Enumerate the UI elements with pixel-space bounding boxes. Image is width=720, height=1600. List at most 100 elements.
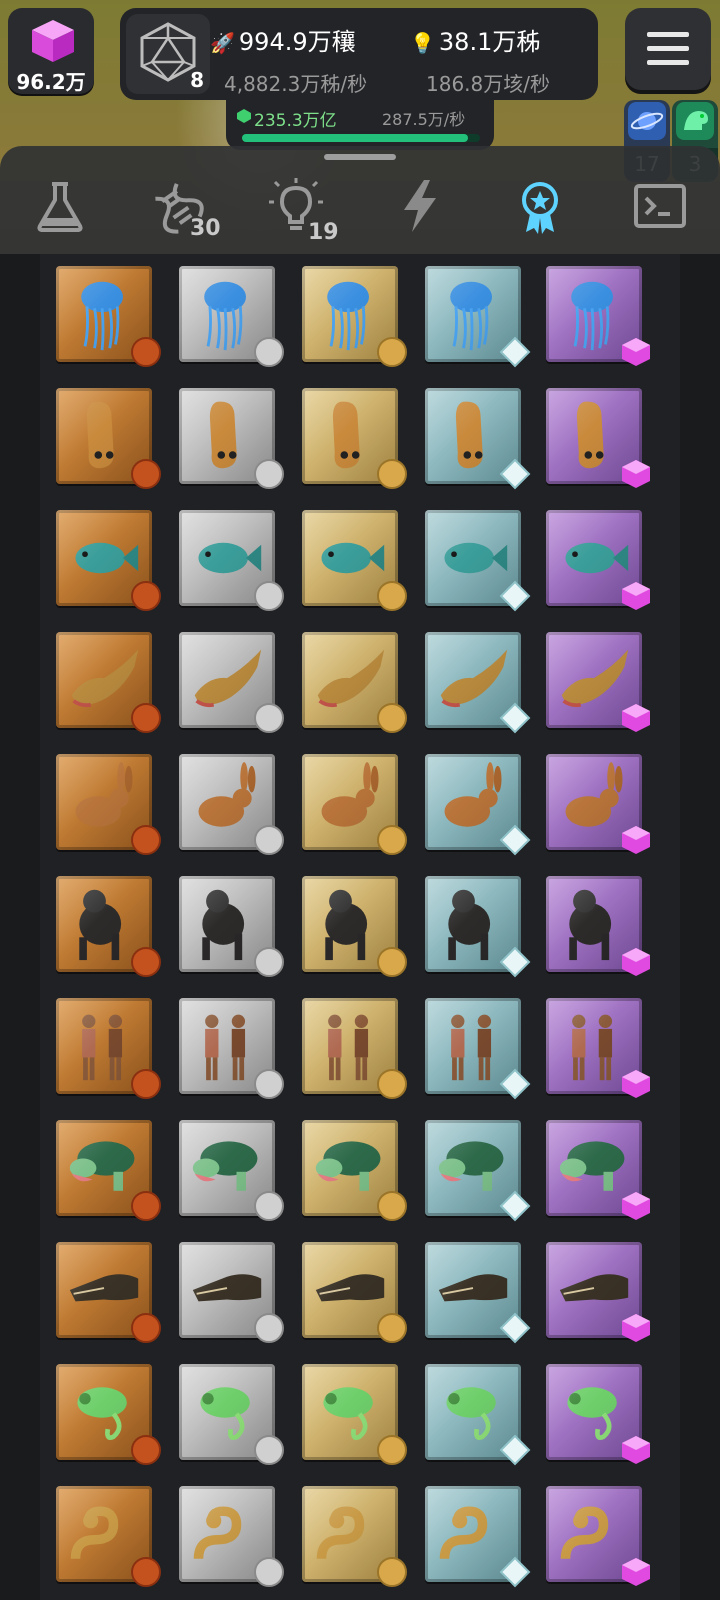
gold-tier-badge-icon: [377, 581, 407, 611]
creature-cell-salamander-diamond[interactable]: [425, 632, 531, 734]
tab-achievements[interactable]: [510, 176, 570, 236]
creature-cell-gorilla-gold[interactable]: [302, 876, 407, 977]
purple-tier-badge-icon: [622, 1558, 650, 1586]
creature-cell-fish-silver[interactable]: [179, 510, 284, 611]
bronze-tier-badge-icon: [131, 1069, 161, 1099]
creature-cell-gorilla-purple[interactable]: [546, 876, 650, 976]
creature-cell-rabbit-bronze[interactable]: [56, 754, 161, 855]
creature-cell-snake-bronze[interactable]: [56, 1486, 161, 1587]
bronze-tier-badge-icon: [131, 1313, 161, 1343]
creature-cell-humans-purple[interactable]: [546, 998, 650, 1098]
bronze-tier-badge-icon: [131, 337, 161, 367]
creature-cell-crocodile-diamond[interactable]: [425, 1242, 531, 1344]
resource-b-total: 💡 38.1万秭: [410, 28, 541, 56]
creature-cell-worm-bronze[interactable]: [56, 388, 161, 489]
diamond-tier-badge-icon: [499, 1312, 531, 1344]
creature-cell-salamander-purple[interactable]: [546, 632, 650, 732]
gold-tier-badge-icon: [377, 1435, 407, 1465]
creature-cell-crocodile-bronze[interactable]: [56, 1242, 161, 1343]
d20-dice-icon: [140, 22, 196, 82]
silver-tier-badge-icon: [254, 1313, 284, 1343]
menu-button[interactable]: [625, 8, 711, 90]
creature-cell-gorilla-bronze[interactable]: [56, 876, 161, 977]
creature-cell-worm-silver[interactable]: [179, 388, 284, 489]
creature-cell-snake-diamond[interactable]: [425, 1486, 531, 1588]
creature-cell-salamander-gold[interactable]: [302, 632, 407, 733]
creature-cell-fish-diamond[interactable]: [425, 510, 531, 612]
creature-cell-crocodile-silver[interactable]: [179, 1242, 284, 1343]
creature-cell-turtle-purple[interactable]: [546, 1120, 650, 1220]
bronze-tier-badge-icon: [131, 459, 161, 489]
creature-cell-fish-bronze[interactable]: [56, 510, 161, 611]
gem-count: 96.2万: [16, 70, 86, 94]
creature-cell-snake-silver[interactable]: [179, 1486, 284, 1587]
gold-tier-badge-icon: [377, 1557, 407, 1587]
gold-tier-badge-icon: [377, 1069, 407, 1099]
creature-cell-humans-gold[interactable]: [302, 998, 407, 1099]
creature-cell-humans-silver[interactable]: [179, 998, 284, 1099]
creature-cell-fish-gold[interactable]: [302, 510, 407, 611]
creature-cell-salamander-bronze[interactable]: [56, 632, 161, 733]
creature-cell-gorilla-silver[interactable]: [179, 876, 284, 977]
creature-cell-chameleon-diamond[interactable]: [425, 1364, 531, 1466]
bronze-tier-badge-icon: [131, 703, 161, 733]
gem-counter[interactable]: 96.2万: [8, 8, 94, 94]
creature-cell-turtle-silver[interactable]: [179, 1120, 284, 1221]
tab-energy[interactable]: [390, 176, 450, 236]
drag-handle[interactable]: [324, 154, 396, 160]
creature-cell-jellyfish-gold[interactable]: [302, 266, 407, 367]
silver-tier-badge-icon: [254, 1191, 284, 1221]
collection-grid: [0, 254, 720, 1600]
creature-cell-jellyfish-purple[interactable]: [546, 266, 650, 366]
silver-tier-badge-icon: [254, 1557, 284, 1587]
terminal-icon: [634, 184, 686, 228]
creature-cell-crocodile-gold[interactable]: [302, 1242, 407, 1343]
purple-tier-badge-icon: [622, 582, 650, 610]
purple-tier-badge-icon: [622, 1314, 650, 1342]
diamond-tier-badge-icon: [499, 702, 531, 734]
creature-cell-rabbit-diamond[interactable]: [425, 754, 531, 856]
tab-lab[interactable]: [30, 176, 90, 236]
creature-cell-gorilla-diamond[interactable]: [425, 876, 531, 978]
creature-cell-chameleon-silver[interactable]: [179, 1364, 284, 1465]
creature-cell-jellyfish-silver[interactable]: [179, 266, 284, 367]
tab-dna[interactable]: 30: [150, 176, 221, 241]
creature-cell-crocodile-purple[interactable]: [546, 1242, 650, 1342]
creature-cell-fish-purple[interactable]: [546, 510, 650, 610]
resource-panel: 8 🚀 994.9万穰 4,882.3万秭/秒 💡 38.1万秭 186.8万垓/秒: [120, 8, 598, 100]
diamond-tier-badge-icon: [499, 336, 531, 368]
sub-progress-bar: [242, 134, 480, 142]
hamburger-icon: [647, 32, 689, 37]
creature-cell-turtle-diamond[interactable]: [425, 1120, 531, 1222]
dice-button[interactable]: 8: [126, 14, 210, 94]
creature-cell-rabbit-purple[interactable]: [546, 754, 650, 854]
creature-cell-chameleon-purple[interactable]: [546, 1364, 650, 1464]
silver-tier-badge-icon: [254, 459, 284, 489]
creature-cell-humans-bronze[interactable]: [56, 998, 161, 1099]
creature-cell-jellyfish-diamond[interactable]: [425, 266, 531, 368]
creature-cell-rabbit-gold[interactable]: [302, 754, 407, 855]
silver-tier-badge-icon: [254, 825, 284, 855]
creature-cell-humans-diamond[interactable]: [425, 998, 531, 1100]
green-gem-icon: [237, 109, 251, 123]
purple-tier-badge-icon: [622, 338, 650, 366]
creature-cell-chameleon-bronze[interactable]: [56, 1364, 161, 1465]
bronze-tier-badge-icon: [131, 1191, 161, 1221]
planet-icon: [628, 102, 666, 140]
tab-idea[interactable]: 19: [266, 176, 339, 245]
creature-cell-snake-gold[interactable]: [302, 1486, 407, 1587]
creature-cell-chameleon-gold[interactable]: [302, 1364, 407, 1465]
creature-cell-salamander-silver[interactable]: [179, 632, 284, 733]
creature-cell-jellyfish-bronze[interactable]: [56, 266, 161, 367]
purple-tier-badge-icon: [622, 1436, 650, 1464]
creature-cell-worm-gold[interactable]: [302, 388, 407, 489]
creature-cell-worm-purple[interactable]: [546, 388, 650, 488]
creature-cell-snake-purple[interactable]: [546, 1486, 650, 1586]
silver-tier-badge-icon: [254, 703, 284, 733]
creature-cell-turtle-bronze[interactable]: [56, 1120, 161, 1221]
tab-console[interactable]: [630, 176, 690, 236]
creature-cell-turtle-gold[interactable]: [302, 1120, 407, 1221]
creature-cell-worm-diamond[interactable]: [425, 388, 531, 490]
creature-cell-rabbit-silver[interactable]: [179, 754, 284, 855]
diamond-tier-badge-icon: [499, 1190, 531, 1222]
